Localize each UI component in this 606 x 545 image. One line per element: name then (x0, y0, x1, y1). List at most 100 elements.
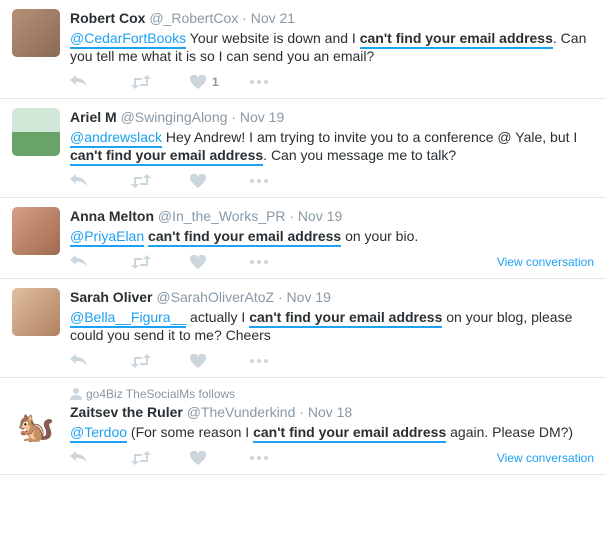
mention[interactable]: @Bella__Figura__ (70, 309, 186, 328)
reply-button[interactable] (70, 255, 130, 269)
tweet-content: Zaitsev the Ruler @TheVunderkind · Nov 1… (70, 403, 594, 465)
text-before: Hey Andrew! I am trying to invite you to… (162, 129, 577, 145)
separator: · (231, 109, 240, 125)
display-name[interactable]: Sarah Oliver (70, 289, 153, 305)
text-before: Your website is down and I (186, 30, 360, 46)
tweet-actions: View conversation (70, 255, 594, 269)
avatar[interactable]: 🐿️ (12, 403, 60, 451)
tweet-date[interactable]: Nov 19 (298, 208, 342, 224)
retweet-button[interactable] (130, 174, 190, 188)
more-button[interactable] (250, 179, 290, 183)
like-button[interactable]: 1 (190, 75, 250, 89)
tweet-text: @Bella__Figura__ actually I can't find y… (70, 308, 594, 344)
retweet-button[interactable] (130, 255, 190, 269)
text-before: (For some reason I (127, 424, 253, 440)
user-handle[interactable]: @TheVunderkind (187, 404, 296, 420)
mention[interactable]: @andrewslack (70, 129, 162, 148)
separator: · (242, 10, 251, 26)
mention[interactable]: @PriyaElan (70, 228, 144, 247)
heart-icon (190, 255, 206, 269)
reply-icon (70, 255, 88, 269)
tweet[interactable]: Ariel M @SwingingAlong · Nov 19 @andrews… (0, 99, 606, 198)
tweet[interactable]: Robert Cox @_RobertCox · Nov 21 @CedarFo… (0, 0, 606, 99)
view-conversation-link[interactable]: View conversation (497, 451, 594, 465)
heart-icon (190, 354, 206, 368)
user-handle[interactable]: @SarahOliverAtoZ (156, 289, 274, 305)
reply-button[interactable] (70, 451, 130, 465)
tweet-date[interactable]: Nov 19 (287, 289, 331, 305)
tweet[interactable]: Sarah Oliver @SarahOliverAtoZ · Nov 19 @… (0, 279, 606, 378)
highlight-phrase: can't find your email address (148, 228, 341, 247)
display-name[interactable]: Zaitsev the Ruler (70, 404, 183, 420)
display-name[interactable]: Anna Melton (70, 208, 154, 224)
highlight-phrase: can't find your email address (70, 147, 263, 166)
highlight-phrase: can't find your email address (360, 30, 553, 49)
tweet-date[interactable]: Nov 21 (251, 10, 295, 26)
reply-icon (70, 354, 88, 368)
user-handle[interactable]: @SwingingAlong (121, 109, 228, 125)
social-context: go4Biz TheSocialMs follows (70, 387, 594, 401)
tweet-date[interactable]: Nov 19 (240, 109, 284, 125)
avatar-column (12, 108, 60, 188)
more-button[interactable] (250, 359, 290, 363)
avatar-column (12, 288, 60, 368)
retweet-icon (130, 354, 152, 368)
like-count: 1 (212, 75, 219, 89)
avatar-emoji: 🐿️ (17, 410, 54, 445)
more-button[interactable] (250, 456, 290, 460)
retweet-button[interactable] (130, 354, 190, 368)
tweet[interactable]: Anna Melton @In_the_Works_PR · Nov 19 @P… (0, 198, 606, 279)
retweet-icon (130, 75, 152, 89)
mention[interactable]: @Terdoo (70, 424, 127, 443)
retweet-icon (130, 451, 152, 465)
more-button[interactable] (250, 260, 290, 264)
tweet-date[interactable]: Nov 18 (308, 404, 352, 420)
avatar-column (12, 207, 60, 269)
display-name[interactable]: Robert Cox (70, 10, 145, 26)
user-handle[interactable]: @_RobertCox (149, 10, 238, 26)
tweet-text: @PriyaElan can't find your email address… (70, 227, 594, 245)
reply-button[interactable] (70, 174, 130, 188)
avatar[interactable] (12, 108, 60, 156)
avatar[interactable] (12, 288, 60, 336)
separator: · (289, 208, 298, 224)
avatar-column: 🐿️ (12, 403, 60, 465)
like-button[interactable] (190, 354, 250, 368)
tweet-content: Sarah Oliver @SarahOliverAtoZ · Nov 19 @… (70, 288, 594, 368)
retweet-icon (130, 174, 152, 188)
retweet-icon (130, 255, 152, 269)
retweet-button[interactable] (130, 451, 190, 465)
tweet-actions (70, 174, 594, 188)
tweet[interactable]: go4Biz TheSocialMs follows 🐿️ Zaitsev th… (0, 378, 606, 475)
display-name[interactable]: Ariel M (70, 109, 117, 125)
like-button[interactable] (190, 451, 250, 465)
tweet-header: Sarah Oliver @SarahOliverAtoZ · Nov 19 (70, 288, 594, 306)
tweet-actions: View conversation (70, 451, 594, 465)
heart-icon (190, 174, 206, 188)
avatar[interactable] (12, 207, 60, 255)
reply-button[interactable] (70, 75, 130, 89)
more-button[interactable] (250, 80, 290, 84)
tweet-text: @Terdoo (For some reason I can't find yo… (70, 423, 594, 441)
tweet-actions: 1 (70, 75, 594, 89)
more-icon (250, 260, 268, 264)
highlight-phrase: can't find your email address (253, 424, 446, 443)
reply-icon (70, 174, 88, 188)
text-before: actually I (186, 309, 249, 325)
reply-icon (70, 75, 88, 89)
retweet-button[interactable] (130, 75, 190, 89)
tweet-text: @andrewslack Hey Andrew! I am trying to … (70, 128, 594, 164)
user-handle[interactable]: @In_the_Works_PR (158, 208, 286, 224)
avatar[interactable] (12, 9, 60, 57)
separator: · (299, 404, 308, 420)
view-conversation-link[interactable]: View conversation (497, 255, 594, 269)
more-icon (250, 179, 268, 183)
reply-button[interactable] (70, 354, 130, 368)
like-button[interactable] (190, 174, 250, 188)
more-icon (250, 80, 268, 84)
mention[interactable]: @CedarFortBooks (70, 30, 186, 49)
like-button[interactable] (190, 255, 250, 269)
tweet-header: Ariel M @SwingingAlong · Nov 19 (70, 108, 594, 126)
tweet-header: Zaitsev the Ruler @TheVunderkind · Nov 1… (70, 403, 594, 421)
tweet-text: @CedarFortBooks Your website is down and… (70, 29, 594, 65)
